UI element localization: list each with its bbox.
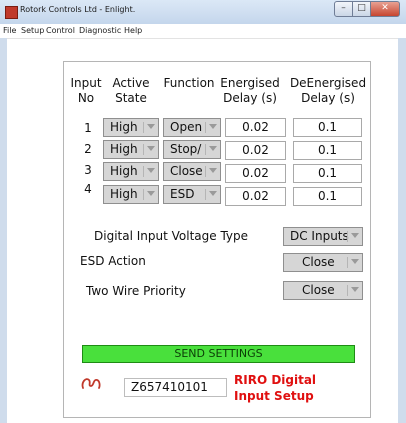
panel-title: RIRO Digital Input Setup [234,372,316,404]
voltage-type-value: DC Inputs [290,229,349,243]
riro-settings-panel: Input No Active State Function Energised… [63,61,371,418]
chevron-down-icon [147,146,155,151]
header-input-line2: No [77,91,95,105]
row-4-number: 4 [84,182,92,196]
esd-action-dropdown[interactable]: Close [283,253,363,272]
header-energised: Energised Delay (s) [216,76,284,106]
header-active-state: Active State [105,76,157,106]
window-border-left [0,38,7,423]
row-4-state-value: High [110,187,138,201]
row-3-state-dropdown[interactable]: High [103,162,159,181]
row-2-deenergised-field[interactable]: 0.1 [293,141,362,160]
header-deenergised: DeEnergised Delay (s) [289,76,367,106]
row-4-energised-field[interactable]: 0.02 [225,187,286,206]
two-wire-priority-dropdown[interactable]: Close [283,281,363,300]
voltage-type-dropdown[interactable]: DC Inputs [283,227,363,246]
menu-control[interactable]: Control [46,26,75,35]
maximize-button[interactable]: □ [352,1,371,17]
send-settings-button[interactable]: SEND SETTINGS [82,345,355,363]
header-deenergised-line1: DeEnergised [289,76,367,90]
row-4-deenergised-field[interactable]: 0.1 [293,187,362,206]
menu-bar: File Setup Control Diagnostic Help [0,24,406,39]
row-2-energised-field[interactable]: 0.02 [225,141,286,160]
header-deenergised-line2: Delay (s) [301,91,355,105]
panel-title-line1: RIRO Digital [234,373,317,387]
header-input-line1: Input [70,76,102,90]
chevron-down-icon [209,168,217,173]
header-active-line2: State [115,91,147,105]
row-1-state-dropdown[interactable]: High [103,118,159,137]
window-controls: – □ ✕ [334,1,400,18]
header-active-line1: Active [112,76,150,90]
menu-diagnostic[interactable]: Diagnostic [79,26,121,35]
chevron-down-icon [209,146,217,151]
two-wire-priority-value: Close [302,283,335,297]
title-bar: Rotork Controls Ltd - Enlight. – □ ✕ [0,0,406,25]
row-3-function-dropdown[interactable]: Close [163,162,221,181]
header-energised-line1: Energised [220,76,280,90]
header-energised-line2: Delay (s) [223,91,277,105]
row-3-function-value: Close [170,164,203,178]
window-title: Rotork Controls Ltd - Enlight. [20,5,136,14]
row-1-number: 1 [84,121,92,135]
minimize-button[interactable]: – [334,1,353,17]
menu-help[interactable]: Help [124,26,142,35]
row-2-function-value: Stop/ [170,142,202,156]
rotork-logo-icon [81,378,101,389]
panel-title-line2: Input Setup [234,389,314,403]
chevron-down-icon [147,124,155,129]
row-1-energised-field[interactable]: 0.02 [225,118,286,137]
voltage-type-label: Digital Input Voltage Type [94,229,249,243]
row-3-number: 3 [84,163,92,177]
row-1-deenergised-field[interactable]: 0.1 [293,118,362,137]
row-1-function-dropdown[interactable]: Open [163,118,221,137]
two-wire-priority-label: Two Wire Priority [86,284,186,298]
header-function: Function [163,76,215,90]
window-border-right [398,38,406,423]
row-4-function-value: ESD [170,187,195,201]
row-3-energised-field[interactable]: 0.02 [225,164,286,183]
row-2-state-dropdown[interactable]: High [103,140,159,159]
esd-action-value: Close [302,255,335,269]
menu-file[interactable]: File [3,26,16,35]
chevron-down-icon [209,124,217,129]
chevron-down-icon [209,191,217,196]
chevron-down-icon [351,287,359,292]
row-4-function-dropdown[interactable]: ESD [163,185,221,204]
row-3-deenergised-field[interactable]: 0.1 [293,164,362,183]
row-2-state-value: High [110,142,138,156]
chevron-down-icon [351,259,359,264]
row-3-state-value: High [110,164,138,178]
row-2-function-dropdown[interactable]: Stop/ [163,140,221,159]
row-1-function-value: Open [170,120,203,134]
row-1-state-value: High [110,120,138,134]
chevron-down-icon [351,233,359,238]
app-icon [5,6,18,19]
row-4-state-dropdown[interactable]: High [103,185,159,204]
chevron-down-icon [147,191,155,196]
header-input-no: Input No [64,76,108,106]
serial-number-field: Z657410101 [124,378,227,397]
chevron-down-icon [147,168,155,173]
menu-setup[interactable]: Setup [21,26,44,35]
esd-action-label: ESD Action [80,254,146,268]
row-2-number: 2 [84,142,92,156]
close-button[interactable]: ✕ [370,1,400,17]
